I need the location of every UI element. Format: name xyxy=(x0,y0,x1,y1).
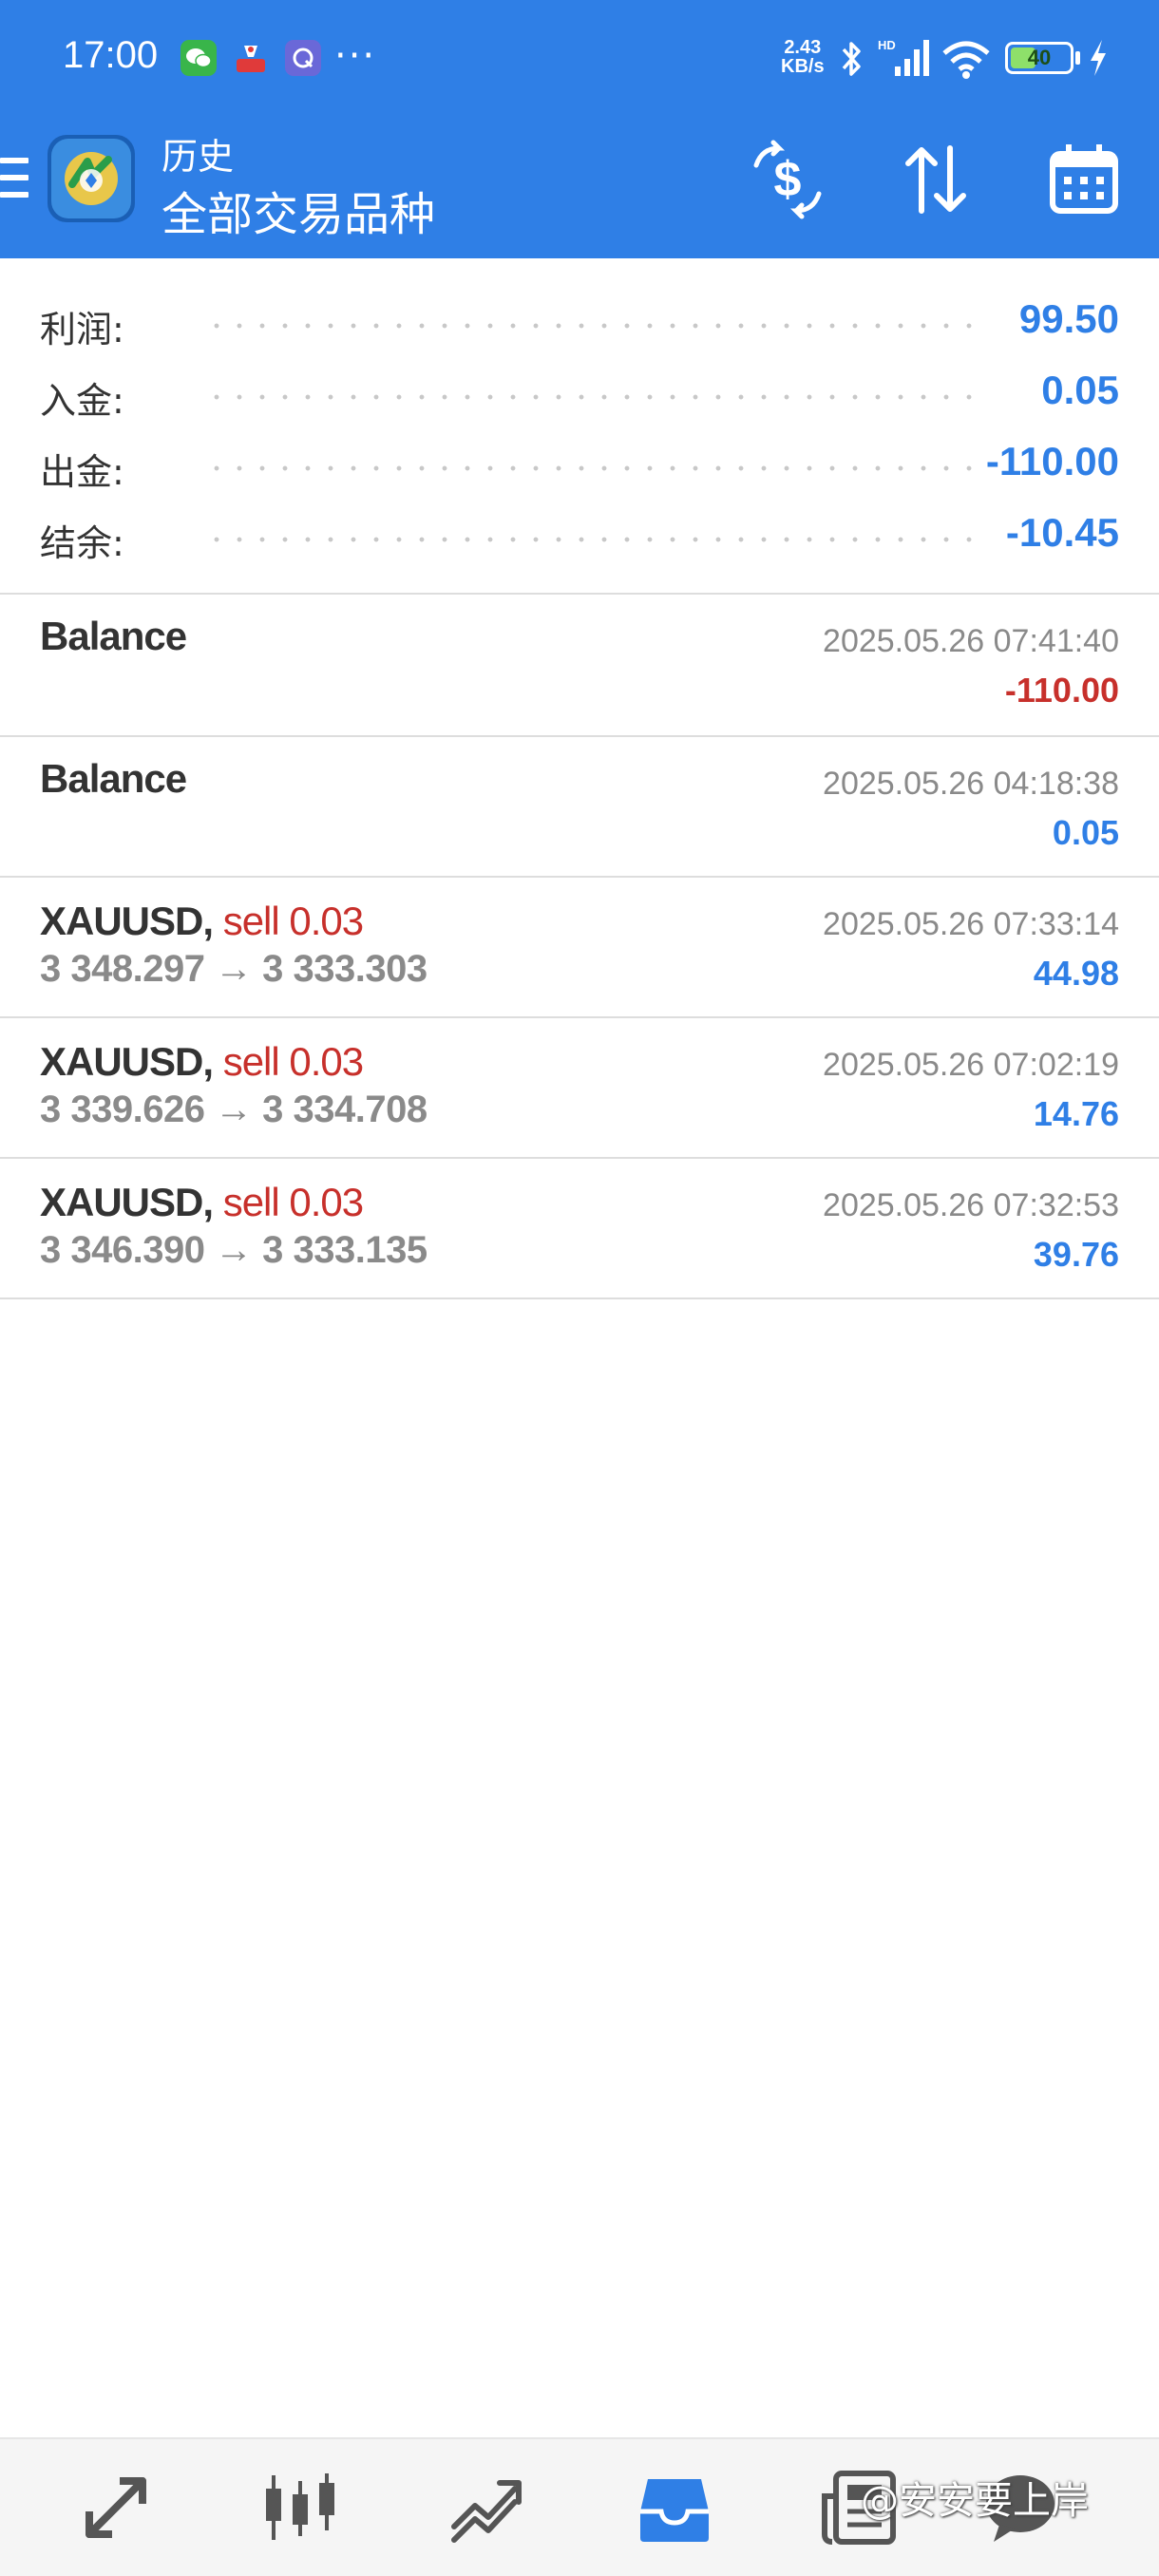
divider xyxy=(0,1297,1159,1299)
deal-time: 2025.05.26 07:32:53 xyxy=(823,1187,1119,1223)
status-time: 17:00 xyxy=(63,34,159,76)
list-item[interactable]: XAUUSD, sell 0.03 3 339.626 → 3 334.708 … xyxy=(0,1018,1159,1157)
deal-symbol-line: XAUUSD, sell 0.03 xyxy=(40,899,364,944)
summary-label: 出金: xyxy=(40,451,124,493)
calendar-icon[interactable] xyxy=(1041,137,1127,222)
account-summary: 利润: 99.50 入金: 0.05 出金: -110.00 结余: -10.4… xyxy=(0,258,1159,595)
list-item[interactable]: Balance 2025.05.26 07:41:40 -110.00 xyxy=(0,595,1159,733)
list-item[interactable]: XAUUSD, sell 0.03 3 346.390 → 3 333.135 … xyxy=(0,1159,1159,1297)
battery-cap xyxy=(1075,51,1080,65)
deal-prices: 3 339.626 → 3 334.708 xyxy=(40,1089,428,1130)
more-notifications: ··· xyxy=(334,34,377,78)
bluetooth-icon xyxy=(842,42,861,76)
svg-text:$: $ xyxy=(774,152,802,207)
deal-amount: 0.05 xyxy=(1052,813,1119,852)
history-icon[interactable] xyxy=(635,2468,714,2548)
summary-value: 99.50 xyxy=(1018,296,1119,341)
summary-row-withdrawal: 出金: -110.00 xyxy=(0,427,1159,499)
deal-profit: 44.98 xyxy=(1033,954,1119,993)
deal-time: 2025.05.26 07:02:19 xyxy=(823,1047,1119,1083)
deal-symbol-line: XAUUSD, sell 0.03 xyxy=(40,1039,364,1085)
deal-symbol-line: XAUUSD, sell 0.03 xyxy=(40,1180,364,1225)
currency-exchange-icon[interactable]: $ xyxy=(745,137,830,222)
dot-leader xyxy=(205,394,978,400)
deal-side: sell 0.03 xyxy=(222,899,364,943)
summary-value: 0.05 xyxy=(1041,368,1119,412)
summary-value: -110.00 xyxy=(985,439,1119,483)
dot-leader xyxy=(205,323,978,329)
summary-value: -10.45 xyxy=(1005,510,1119,555)
deal-title: Balance xyxy=(40,756,187,801)
deal-amount: -110.00 xyxy=(1004,671,1119,710)
menu-icon[interactable] xyxy=(0,158,28,205)
app-header: 17:00 ··· 2.43 KB/s HD 40 历史 全部交易品种 $ xyxy=(0,0,1159,258)
net-speed-unit: KB/s xyxy=(781,56,825,77)
deal-time: 2025.05.26 07:41:40 xyxy=(823,623,1119,659)
app: 17:00 ··· 2.43 KB/s HD 40 历史 全部交易品种 $ 利润… xyxy=(0,0,1159,2576)
chart-icon[interactable] xyxy=(260,2468,340,2548)
list-item[interactable]: XAUUSD, sell 0.03 3 348.297 → 3 333.303 … xyxy=(0,878,1159,1016)
deal-prices: 3 346.390 → 3 333.135 xyxy=(40,1229,428,1271)
watermark: @安安要上岸 xyxy=(861,2479,1089,2523)
battery-icon: 40 xyxy=(1005,42,1074,74)
q-app-icon xyxy=(285,40,321,76)
deal-profit: 14.76 xyxy=(1033,1094,1119,1133)
deal-prices: 3 348.297 → 3 333.303 xyxy=(40,948,428,990)
net-speed-value: 2.43 xyxy=(784,37,822,58)
deal-side: sell 0.03 xyxy=(222,1180,364,1224)
dot-leader xyxy=(205,465,978,471)
deal-title: Balance xyxy=(40,614,187,658)
deal-time: 2025.05.26 04:18:38 xyxy=(823,766,1119,802)
dot-leader xyxy=(205,537,978,542)
trade-icon[interactable] xyxy=(446,2468,526,2548)
charging-icon xyxy=(1091,40,1106,76)
red-app-icon xyxy=(233,40,269,76)
svg-text:HD: HD xyxy=(878,38,896,52)
summary-row-profit: 利润: 99.50 xyxy=(0,285,1159,356)
header-title[interactable]: 全部交易品种 xyxy=(162,177,435,243)
header-subtitle: 历史 xyxy=(162,136,235,178)
deal-side: sell 0.03 xyxy=(222,1039,364,1084)
deal-symbol: XAUUSD, xyxy=(40,899,214,943)
summary-row-deposit: 入金: 0.05 xyxy=(0,356,1159,427)
metatrader-logo xyxy=(48,135,135,222)
deal-time: 2025.05.26 07:33:14 xyxy=(823,906,1119,942)
summary-label: 入金: xyxy=(40,380,124,422)
status-bar: 17:00 ··· 2.43 KB/s HD 40 xyxy=(0,0,1159,114)
deal-symbol: XAUUSD, xyxy=(40,1180,214,1224)
wechat-icon xyxy=(180,40,217,76)
quotes-icon[interactable] xyxy=(76,2468,156,2548)
signal-icon: HD xyxy=(878,38,929,76)
deal-profit: 39.76 xyxy=(1033,1235,1119,1274)
wifi-icon xyxy=(942,41,990,79)
summary-label: 结余: xyxy=(40,522,124,564)
list-item[interactable]: Balance 2025.05.26 04:18:38 0.05 xyxy=(0,737,1159,876)
summary-label: 利润: xyxy=(40,309,124,350)
battery-level: 40 xyxy=(1027,46,1052,69)
deal-symbol: XAUUSD, xyxy=(40,1039,214,1084)
net-speed: 2.43 KB/s xyxy=(781,38,825,76)
summary-row-balance: 结余: -10.45 xyxy=(0,499,1159,570)
sort-icon[interactable] xyxy=(893,137,978,222)
